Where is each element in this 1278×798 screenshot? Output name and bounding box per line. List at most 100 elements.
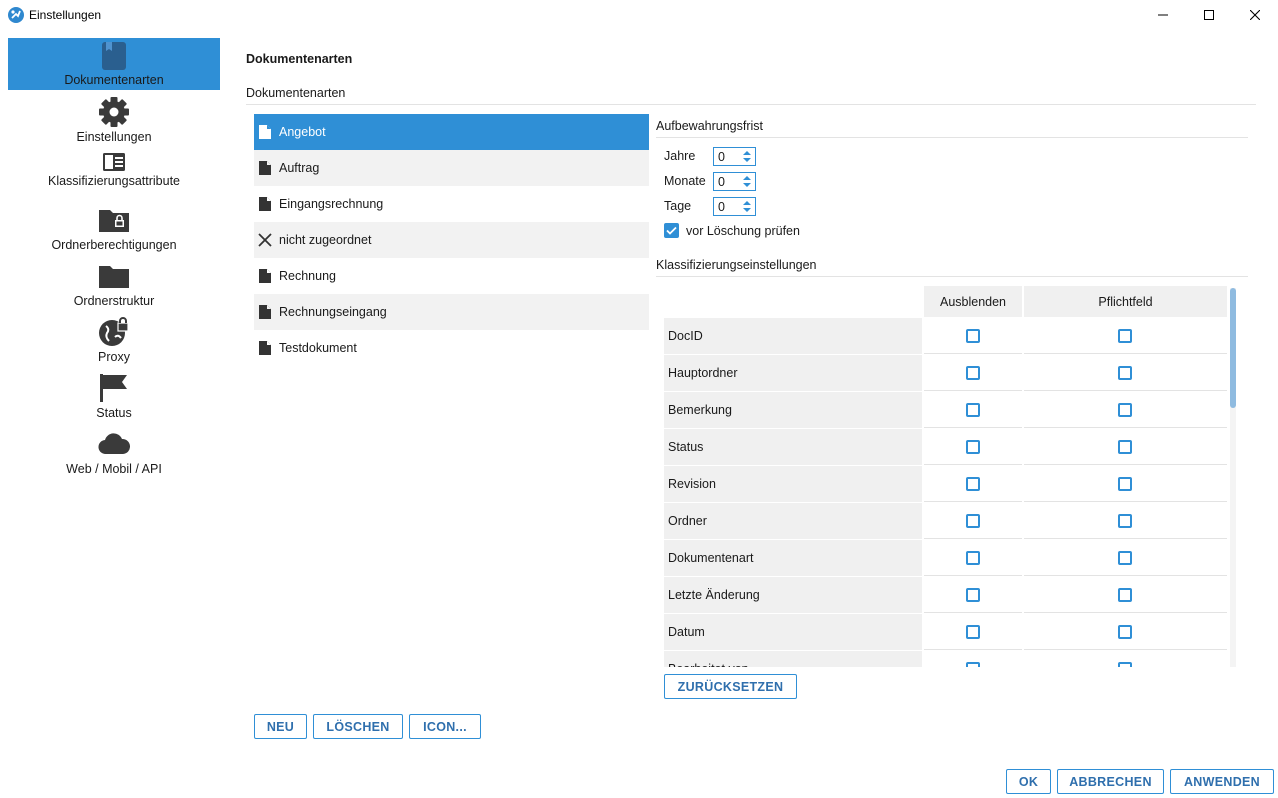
list-item[interactable]: Testdokument <box>254 330 649 366</box>
list-item[interactable]: Auftrag <box>254 150 649 186</box>
ok-button[interactable]: OK <box>1006 769 1051 794</box>
document-icon <box>259 125 271 139</box>
flag-icon <box>100 374 127 402</box>
list-item[interactable]: Angebot <box>254 114 649 150</box>
hide-checkbox[interactable] <box>966 551 980 565</box>
required-checkbox[interactable] <box>1118 329 1132 343</box>
hide-checkbox[interactable] <box>966 329 980 343</box>
attribute-name: Letzte Änderung <box>664 577 922 613</box>
list-item[interactable]: Rechnung <box>254 258 649 294</box>
title-bar: Einstellungen <box>0 0 1278 30</box>
spinner-arrows-icon[interactable] <box>739 148 755 165</box>
sidebar-item-label: Ordnerberechtigungen <box>51 238 177 252</box>
list-item-label: Auftrag <box>279 161 320 175</box>
reset-button[interactable]: ZURÜCKSETZEN <box>664 674 797 699</box>
required-checkbox[interactable] <box>1118 588 1132 602</box>
column-header-hide[interactable]: Ausblenden <box>924 286 1022 317</box>
close-icon <box>1250 10 1260 20</box>
hide-checkbox[interactable] <box>966 403 980 417</box>
years-spinner[interactable]: 0 <box>713 147 756 166</box>
maximize-icon <box>1204 10 1214 20</box>
days-spinner[interactable]: 0 <box>713 197 756 216</box>
hide-checkbox[interactable] <box>966 477 980 491</box>
spinner-arrows-icon[interactable] <box>739 198 755 215</box>
attribute-name: DocID <box>664 318 922 354</box>
required-checkbox[interactable] <box>1118 477 1132 491</box>
sidebar-item-status[interactable]: Status <box>8 370 220 426</box>
table-row: Hauptordner <box>664 355 1228 392</box>
column-header-required[interactable]: Pflichtfeld <box>1024 286 1227 317</box>
hide-checkbox[interactable] <box>966 440 980 454</box>
attribute-name: Status <box>664 429 922 465</box>
sidebar-item-ordnerstruktur[interactable]: Ordnerstruktur <box>8 258 220 314</box>
sidebar-item-klassifizierungsattribute[interactable]: Klassifizierungsattribute <box>8 146 220 202</box>
hide-checkbox[interactable] <box>966 514 980 528</box>
table-row: Dokumentenart <box>664 540 1228 577</box>
list-item-label: Rechnungseingang <box>279 305 387 319</box>
years-value: 0 <box>718 150 725 164</box>
sidebar-item-label: Klassifizierungsattribute <box>47 174 180 188</box>
spinner-arrows-icon[interactable] <box>739 173 755 190</box>
years-label: Jahre <box>664 149 696 163</box>
months-label: Monate <box>664 174 706 188</box>
minimize-icon <box>1158 14 1168 16</box>
sidebar-item-proxy[interactable]: Proxy <box>8 314 220 370</box>
hide-checkbox[interactable] <box>966 662 980 667</box>
table-row: DocID <box>664 318 1228 355</box>
sidebar-item-ordnerberechtigungen[interactable]: Ordnerberechtigungen <box>8 202 220 258</box>
document-type-list: Angebot Auftrag Eingangsrechnung nicht z… <box>254 114 649 366</box>
sidebar-item-dokumentenarten[interactable]: Dokumentenarten <box>8 38 220 90</box>
list-item[interactable]: Rechnungseingang <box>254 294 649 330</box>
sidebar-item-einstellungen[interactable]: Einstellungen <box>8 90 220 146</box>
table-header: Ausblenden Pflichtfeld <box>664 286 1228 317</box>
document-icon <box>259 269 271 283</box>
cancel-button[interactable]: ABBRECHEN <box>1057 769 1164 794</box>
retention-divider <box>656 137 1248 138</box>
attribute-name: Hauptordner <box>664 355 922 391</box>
classification-table: Ausblenden Pflichtfeld DocID Hauptordner… <box>664 286 1236 667</box>
minimize-button[interactable] <box>1140 0 1186 30</box>
table-row: Revision <box>664 466 1228 503</box>
document-icon <box>259 197 271 211</box>
table-row: Bearbeitet von <box>664 651 1228 667</box>
x-icon <box>258 233 272 247</box>
list-item[interactable]: Eingangsrechnung <box>254 186 649 222</box>
icon-button[interactable]: ICON... <box>409 714 481 739</box>
sidebar-item-label: Ordnerstruktur <box>73 294 155 308</box>
section-divider <box>246 104 1256 105</box>
card-list-icon <box>103 153 125 171</box>
hide-checkbox[interactable] <box>966 588 980 602</box>
list-item-label: Testdokument <box>279 341 357 355</box>
required-checkbox[interactable] <box>1118 403 1132 417</box>
hide-checkbox[interactable] <box>966 366 980 380</box>
close-button[interactable] <box>1232 0 1278 30</box>
table-row: Ordner <box>664 503 1228 540</box>
months-spinner[interactable]: 0 <box>713 172 756 191</box>
check-before-delete-checkbox[interactable] <box>664 223 679 238</box>
attribute-name: Bearbeitet von <box>664 651 922 667</box>
classification-title: Klassifizierungseinstellungen <box>656 258 817 272</box>
delete-button[interactable]: LÖSCHEN <box>313 714 403 739</box>
sidebar-item-web-mobil-api[interactable]: Web / Mobil / API <box>8 426 220 482</box>
required-checkbox[interactable] <box>1118 662 1132 667</box>
table-row: Datum <box>664 614 1228 651</box>
new-button[interactable]: NEU <box>254 714 307 739</box>
table-row: Letzte Änderung <box>664 577 1228 614</box>
maximize-button[interactable] <box>1186 0 1232 30</box>
book-icon <box>102 42 126 70</box>
required-checkbox[interactable] <box>1118 625 1132 639</box>
sidebar-item-label: Web / Mobil / API <box>66 462 162 476</box>
column-header-name <box>664 286 922 317</box>
table-scrollbar-thumb[interactable] <box>1230 288 1236 408</box>
apply-button[interactable]: ANWENDEN <box>1170 769 1274 794</box>
required-checkbox[interactable] <box>1118 551 1132 565</box>
required-checkbox[interactable] <box>1118 440 1132 454</box>
required-checkbox[interactable] <box>1118 514 1132 528</box>
required-checkbox[interactable] <box>1118 366 1132 380</box>
window-title: Einstellungen <box>29 8 102 22</box>
list-item-label: Angebot <box>279 125 326 139</box>
table-row: Bemerkung <box>664 392 1228 429</box>
list-item[interactable]: nicht zugeordnet <box>254 222 649 258</box>
table-row: Status <box>664 429 1228 466</box>
hide-checkbox[interactable] <box>966 625 980 639</box>
